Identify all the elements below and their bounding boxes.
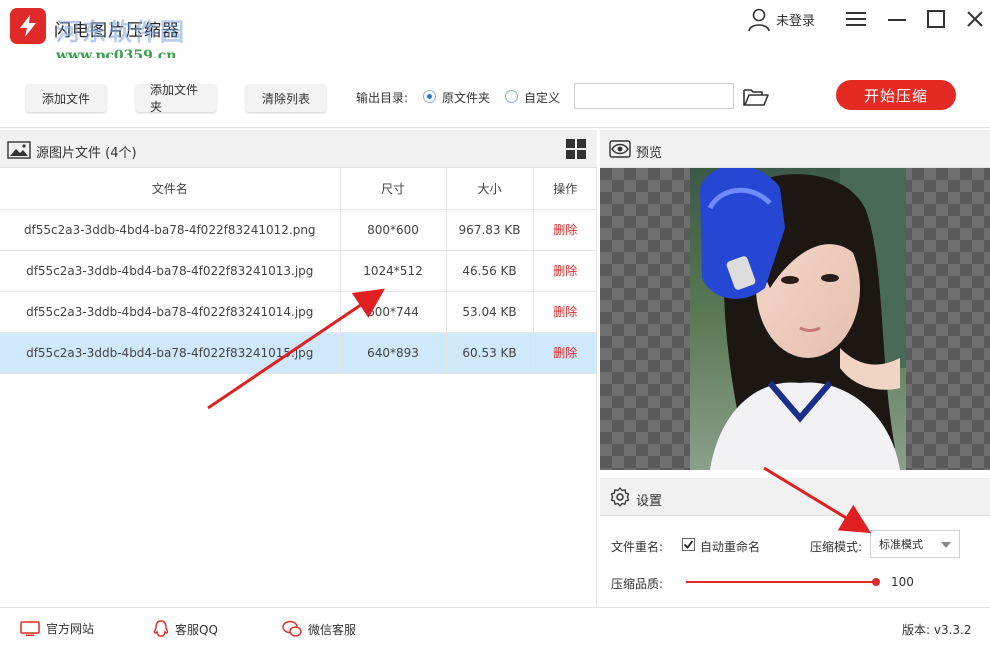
auto-rename-checkbox[interactable]: [682, 538, 695, 551]
maximize-icon: [927, 10, 945, 28]
app-logo: [10, 8, 46, 44]
version-label: 版本: v3.3.2: [902, 623, 972, 637]
qq-label: 客服QQ: [175, 622, 218, 637]
file-size-cell: 60.53 KB: [446, 332, 534, 374]
login-label: 未登录: [776, 13, 816, 29]
column-header-dimensions: 尺寸: [340, 168, 447, 210]
footer: 官方网站 客服QQ 微信客服 版本: v3.3.2: [0, 607, 990, 646]
hamburger-icon: [846, 12, 866, 26]
add-folder-button[interactable]: 添加文件夹: [136, 83, 216, 114]
rename-label: 文件重名:: [611, 540, 664, 554]
radio-custom[interactable]: [505, 90, 518, 103]
preview-image: [690, 168, 906, 470]
radio-original-folder-label: 原文件夹: [442, 91, 491, 105]
minimize-button[interactable]: [884, 6, 910, 32]
source-files-title: 源图片文件 (4个): [36, 146, 137, 161]
watermark-text: 河东软件园: [56, 18, 186, 46]
column-header-size: 大小: [446, 168, 534, 210]
toolbar: 添加文件 添加文件夹 清除列表 输出目录: 原文件夹 自定义 开始压缩: [0, 58, 990, 128]
source-files-header: 源图片文件 (4个): [0, 130, 597, 168]
table-row[interactable]: df55c2a3-3ddb-4bd4-ba78-4f022f83241012.p…: [0, 209, 597, 251]
file-dimensions-cell: 1024*512: [340, 250, 447, 292]
settings-title: 设置: [636, 494, 663, 509]
radio-original-folder[interactable]: [423, 90, 436, 103]
start-compress-button[interactable]: 开始压缩: [836, 80, 956, 110]
file-dimensions-cell: 800*600: [340, 209, 447, 251]
auto-rename-label: 自动重命名: [700, 540, 761, 554]
table-row[interactable]: df55c2a3-3ddb-4bd4-ba78-4f022f83241014.j…: [0, 291, 597, 333]
table-header-row: 文件名 尺寸 大小 操作: [0, 168, 597, 210]
settings-header: 设置: [600, 478, 990, 516]
file-size-cell: 967.83 KB: [446, 209, 534, 251]
quality-slider-handle[interactable]: [872, 578, 880, 586]
file-name-cell: df55c2a3-3ddb-4bd4-ba78-4f022f83241015.j…: [0, 332, 341, 374]
close-button[interactable]: [962, 6, 988, 32]
quality-value: 100: [891, 575, 914, 589]
compress-mode-select[interactable]: 标准模式: [870, 530, 960, 558]
delete-link[interactable]: 删除: [553, 305, 577, 319]
title-bar: 闪电图片压缩器 河东软件园 www.pc0359.cn 未登录: [0, 0, 990, 64]
menu-button[interactable]: [843, 6, 869, 32]
login-button[interactable]: 未登录: [746, 6, 815, 32]
eye-icon: [609, 140, 631, 158]
file-name-cell: df55c2a3-3ddb-4bd4-ba78-4f022f83241012.p…: [0, 209, 341, 251]
file-size-cell: 53.04 KB: [446, 291, 534, 333]
quality-label: 压缩品质:: [611, 577, 664, 591]
compress-mode-value: 标准模式: [879, 538, 923, 551]
file-size-cell: 46.56 KB: [446, 250, 534, 292]
maximize-button[interactable]: [923, 6, 949, 32]
website-link[interactable]: 官方网站: [20, 620, 94, 637]
lightning-icon: [20, 15, 36, 37]
user-icon: [748, 8, 770, 32]
preview-area: [600, 168, 990, 470]
monitor-icon: [20, 620, 40, 636]
table-row-selected[interactable]: df55c2a3-3ddb-4bd4-ba78-4f022f83241015.j…: [0, 332, 597, 374]
wechat-link[interactable]: 微信客服: [282, 620, 356, 638]
output-path-input[interactable]: [574, 83, 734, 109]
clear-list-button[interactable]: 清除列表: [246, 84, 326, 112]
add-file-button[interactable]: 添加文件: [26, 84, 106, 112]
wechat-icon: [282, 620, 302, 637]
compress-mode-label: 压缩模式:: [810, 540, 863, 554]
chevron-down-icon: [941, 542, 951, 548]
delete-link[interactable]: 删除: [553, 264, 577, 278]
files-table: 文件名 尺寸 大小 操作 df55c2a3-3ddb-4bd4-ba78-4f0…: [0, 168, 597, 374]
qq-link[interactable]: 客服QQ: [153, 620, 218, 638]
file-name-cell: df55c2a3-3ddb-4bd4-ba78-4f022f83241014.j…: [0, 291, 341, 333]
grid-view-icon[interactable]: [566, 139, 586, 159]
file-dimensions-cell: 640*893: [340, 332, 447, 374]
website-label: 官方网站: [46, 622, 95, 636]
column-header-action: 操作: [533, 168, 597, 210]
browse-folder-button[interactable]: [742, 86, 770, 111]
column-header-name: 文件名: [0, 168, 341, 210]
gear-icon: [610, 487, 630, 507]
wechat-label: 微信客服: [308, 622, 357, 637]
checkmark-icon: [683, 540, 694, 549]
source-files-panel: 源图片文件 (4个) 文件名 尺寸 大小 操作 df55c2a3-3ddb-4b…: [0, 130, 597, 606]
qq-icon: [153, 620, 169, 637]
delete-link[interactable]: 删除: [553, 223, 577, 237]
preview-title: 预览: [636, 146, 663, 161]
output-dir-label: 输出目录:: [356, 91, 409, 105]
preview-header: 预览: [600, 130, 990, 168]
image-icon: [7, 141, 31, 159]
close-icon: [967, 11, 983, 27]
folder-open-icon: [743, 89, 769, 106]
table-row[interactable]: df55c2a3-3ddb-4bd4-ba78-4f022f83241013.j…: [0, 250, 597, 292]
file-name-cell: df55c2a3-3ddb-4bd4-ba78-4f022f83241013.j…: [0, 250, 341, 292]
file-dimensions-cell: 600*744: [340, 291, 447, 333]
right-panel: 预览 设置 文件重名: 自动重命名 压缩模式: 标准模式 压缩品质: 100: [600, 130, 990, 606]
delete-link[interactable]: 删除: [553, 346, 577, 360]
minimize-icon: [888, 19, 906, 21]
quality-slider[interactable]: [686, 581, 876, 583]
radio-custom-label: 自定义: [524, 91, 561, 105]
